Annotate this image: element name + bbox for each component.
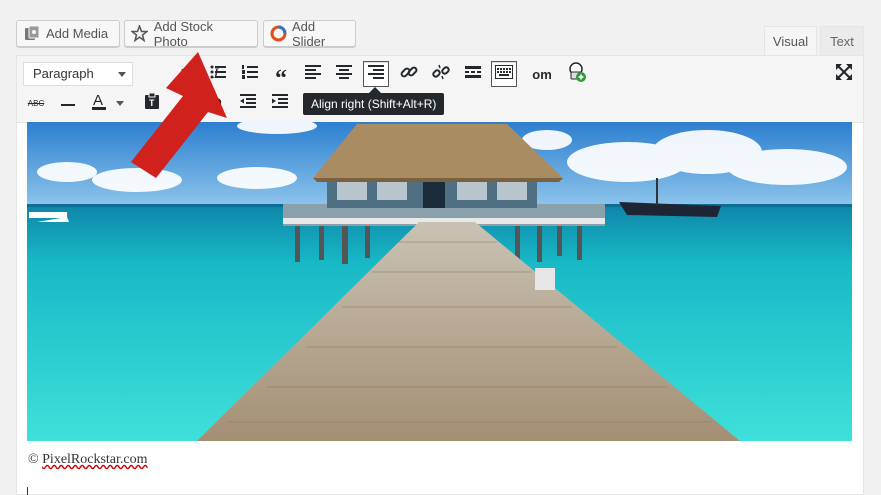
caption-site: PixelRockstar.com xyxy=(42,452,148,467)
fullscreen-button[interactable] xyxy=(831,61,857,87)
toolbar-toggle-icon xyxy=(495,64,513,84)
bullet-list-icon xyxy=(210,65,226,84)
numbered-list-button[interactable] xyxy=(237,61,263,87)
special-character-button[interactable]: Ω xyxy=(203,90,229,116)
indent-icon xyxy=(272,93,288,113)
unlink-icon xyxy=(432,63,450,86)
add-stock-photo-button[interactable]: Add Stock Photo xyxy=(124,18,258,49)
indent-button[interactable] xyxy=(267,90,293,116)
bold-button[interactable]: B xyxy=(173,61,199,87)
add-media-button[interactable]: Add Media xyxy=(16,20,120,47)
plugin-icon xyxy=(565,61,587,88)
photo-caption: © PixelRockstar.com xyxy=(28,452,148,468)
media-buttons-bar: Add Media Add Stock Photo Add Slider Vis… xyxy=(0,0,881,56)
align-right-icon xyxy=(368,64,384,84)
blockquote-icon: “ xyxy=(275,66,287,92)
read-more-button[interactable] xyxy=(460,61,486,87)
paste-text-button[interactable]: T xyxy=(139,90,165,116)
clear-formatting-icon xyxy=(176,93,193,114)
toolbar-toggle-button[interactable] xyxy=(491,61,517,87)
horizontal-line-icon xyxy=(61,94,75,112)
beach-pier-photo xyxy=(27,122,852,441)
blockquote-button[interactable]: “ xyxy=(268,61,294,92)
insert-link-button[interactable] xyxy=(396,61,422,87)
add-slider-button[interactable]: Add Slider xyxy=(263,18,356,49)
strikethrough-icon: ABC xyxy=(27,98,45,108)
tab-text[interactable]: Text xyxy=(820,26,864,55)
text-color-button[interactable]: A xyxy=(87,90,113,116)
tab-visual[interactable]: Visual xyxy=(764,26,817,55)
add-stock-photo-label: Add Stock Photo xyxy=(153,18,213,49)
align-right-tooltip: Align right (Shift+Alt+R) xyxy=(303,87,445,115)
align-center-button[interactable] xyxy=(331,61,357,87)
bold-icon: B xyxy=(180,65,192,83)
plugin-button[interactable] xyxy=(563,61,589,87)
text-color-dropdown[interactable] xyxy=(113,90,127,116)
special-character-icon: Ω xyxy=(209,94,223,112)
slider-icon xyxy=(270,25,287,43)
copyright-symbol: © xyxy=(28,452,39,467)
paste-text-icon: T xyxy=(145,92,159,114)
align-left-icon xyxy=(305,64,321,84)
outdent-button[interactable] xyxy=(235,90,261,116)
chevron-down-icon xyxy=(118,72,126,77)
remove-link-button[interactable] xyxy=(428,61,454,87)
stock-photo-icon xyxy=(131,25,149,43)
align-right-button[interactable] xyxy=(363,61,389,87)
plugin-button-partial[interactable]: om xyxy=(528,61,556,87)
add-slider-label: Add Slider xyxy=(292,18,326,49)
format-select-value: Paragraph xyxy=(33,66,94,81)
add-media-label: Add Media xyxy=(46,26,109,41)
horizontal-line-button[interactable] xyxy=(55,90,81,116)
bullet-list-button[interactable] xyxy=(205,61,231,87)
numbered-list-icon xyxy=(242,64,258,84)
svg-text:T: T xyxy=(149,98,155,108)
read-more-icon xyxy=(465,65,481,83)
clear-formatting-button[interactable] xyxy=(171,90,197,116)
outdent-icon xyxy=(240,93,256,113)
text-color-icon: A xyxy=(90,91,110,116)
format-select[interactable]: Paragraph xyxy=(23,62,133,86)
strikethrough-button[interactable]: ABC xyxy=(23,90,49,116)
align-left-button[interactable] xyxy=(300,61,326,87)
fullscreen-icon xyxy=(836,63,852,85)
svg-text:A: A xyxy=(93,92,103,109)
text-cursor xyxy=(27,487,28,495)
align-center-icon xyxy=(336,64,352,84)
media-icon xyxy=(23,25,41,43)
link-icon xyxy=(400,63,418,86)
partial-label: om xyxy=(532,66,552,82)
caret-down-icon xyxy=(116,94,124,112)
